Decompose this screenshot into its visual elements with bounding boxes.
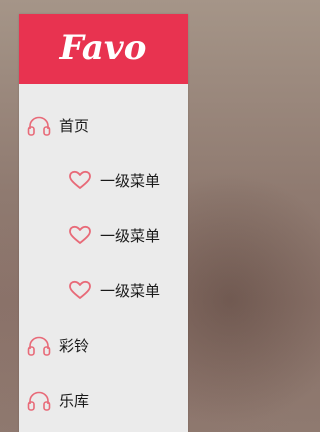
menu-item-label: 彩铃: [59, 337, 90, 355]
menu-item-library[interactable]: 乐库: [19, 381, 188, 421]
headphones-icon: [27, 336, 51, 356]
menu-item-label: 一级菜单: [100, 172, 161, 190]
menu-item-label: 首页: [59, 117, 90, 135]
menu-item-label: 一级菜单: [100, 227, 161, 245]
menu-item-label: 一级菜单: [100, 282, 161, 300]
svg-text:Favo: Favo: [59, 28, 147, 68]
menu-item-home[interactable]: 首页: [19, 106, 188, 146]
favo-logo: Favo: [59, 28, 147, 68]
menu-item-sub-2[interactable]: 一级菜单: [19, 216, 188, 256]
menu-item-sub-3[interactable]: 一级菜单: [19, 271, 188, 311]
heart-icon: [69, 170, 91, 189]
side-drawer: Favo 首页 一级菜单 一级菜单 一级菜单 彩铃 乐库: [19, 14, 188, 432]
headphones-icon: [27, 116, 51, 136]
menu-item-label: 乐库: [59, 392, 90, 410]
heart-icon: [69, 225, 91, 244]
heart-icon: [69, 280, 91, 299]
logo-header: Favo: [19, 14, 188, 84]
menu-item-ringtone[interactable]: 彩铃: [19, 326, 188, 366]
headphones-icon: [27, 391, 51, 411]
menu-item-sub-1[interactable]: 一级菜单: [19, 161, 188, 201]
